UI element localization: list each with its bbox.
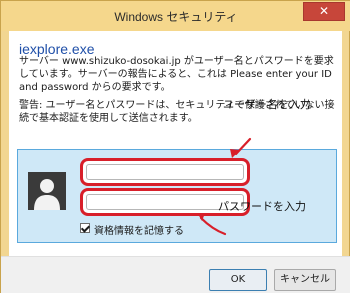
button-bar: OK キャンセル bbox=[1, 256, 350, 293]
title-bar[interactable]: Windows セキュリティ ✕ bbox=[1, 1, 350, 31]
dialog-window: Windows セキュリティ ✕ iexplore.exe サーバー www.s… bbox=[0, 0, 350, 293]
user-avatar-icon bbox=[28, 172, 66, 210]
server-message: サーバー www.shizuko-dosokai.jp がユーザー名とパスワード… bbox=[19, 56, 334, 93]
remember-label: 資格情報を記憶する bbox=[94, 226, 184, 237]
dialog-content: iexplore.exe サーバー www.shizuko-dosokai.jp… bbox=[9, 31, 342, 256]
close-icon: ✕ bbox=[318, 4, 330, 18]
cancel-button[interactable]: キャンセル bbox=[274, 269, 336, 291]
close-button[interactable]: ✕ bbox=[303, 2, 345, 21]
username-field-highlight bbox=[80, 158, 250, 186]
window-title: Windows セキュリティ bbox=[114, 10, 238, 24]
username-input[interactable] bbox=[86, 164, 244, 180]
username-annotation: ユーザー名を入力 bbox=[223, 98, 311, 111]
password-annotation: パスワードを入力 bbox=[218, 200, 306, 213]
ok-button[interactable]: OK bbox=[209, 269, 267, 291]
checkbox-checked-icon[interactable] bbox=[80, 223, 90, 233]
credential-panel: 資格情報を記憶する bbox=[17, 149, 337, 243]
